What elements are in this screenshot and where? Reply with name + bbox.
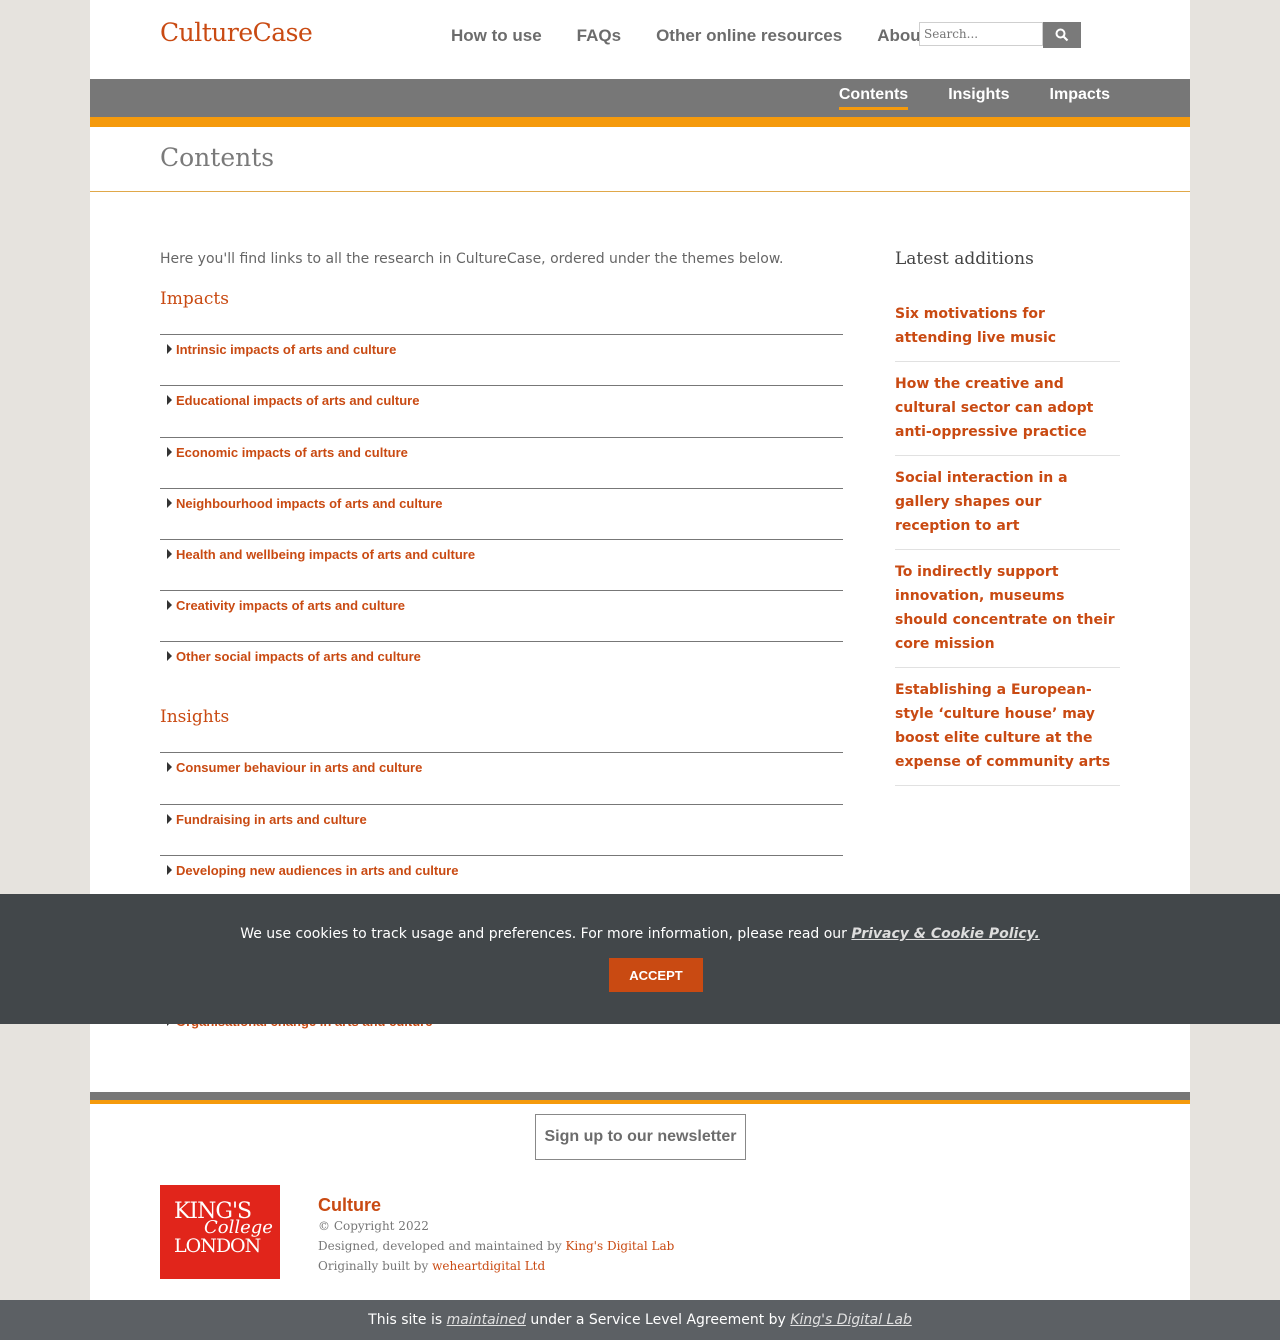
latest-addition-link[interactable]: To indirectly support innovation, museum… <box>895 560 1120 656</box>
intro-text: Here you'll find links to all the resear… <box>160 251 784 267</box>
designed-by-label: Designed, developed and maintained by <box>318 1239 562 1253</box>
kdl-link[interactable]: King's Digital Lab <box>565 1239 674 1253</box>
copyright: © Copyright 2022 <box>318 1219 429 1233</box>
search-button[interactable] <box>1043 22 1081 48</box>
accordion-label: Health and wellbeing impacts of arts and… <box>176 547 476 562</box>
accordion-label: Intrinsic impacts of arts and culture <box>176 342 397 357</box>
accordion-label: Creativity impacts of arts and culture <box>176 598 406 613</box>
top-nav: How to use FAQs Other online resources A… <box>451 26 986 46</box>
section-nav: Contents Insights Impacts <box>90 79 1190 117</box>
accordion-item[interactable]: Creativity impacts of arts and culture <box>160 590 843 642</box>
list-item: How the creative and cultural sector can… <box>895 362 1120 456</box>
accordion-label: Economic impacts of arts and culture <box>176 445 408 460</box>
accent-bar <box>90 117 1190 127</box>
cookie-text: We use cookies to track usage and prefer… <box>240 926 847 942</box>
cookie-message: We use cookies to track usage and prefer… <box>0 926 1280 942</box>
caret-right-icon <box>167 447 172 457</box>
newsletter-button[interactable]: Sign up to our newsletter <box>535 1114 746 1160</box>
kings-college-logo[interactable]: KING'S College LONDON <box>160 1185 280 1279</box>
accordion-label: Neighbourhood impacts of arts and cultur… <box>176 496 443 511</box>
insights-heading: Insights <box>160 707 230 727</box>
footer-credits: © Copyright 2022 Designed, developed and… <box>318 1216 674 1276</box>
search-form <box>919 22 1081 48</box>
tab-contents[interactable]: Contents <box>838 86 909 110</box>
sla-middle: under a Service Level Agreement by <box>530 1312 786 1328</box>
page-title: Contents <box>160 143 275 172</box>
kcl-logo-line: LONDON <box>174 1235 261 1257</box>
accordion-label: Consumer behaviour in arts and culture <box>176 760 423 775</box>
search-icon <box>1055 28 1069 42</box>
tab-impacts[interactable]: Impacts <box>1050 86 1110 110</box>
list-item: To indirectly support innovation, museum… <box>895 550 1120 668</box>
footer-title: Culture <box>318 1195 381 1215</box>
search-input[interactable] <box>919 22 1043 46</box>
nav-faqs[interactable]: FAQs <box>577 26 621 46</box>
accordion-item[interactable]: Economic impacts of arts and culture <box>160 437 843 489</box>
caret-right-icon <box>167 344 172 354</box>
tab-insights[interactable]: Insights <box>948 86 1009 110</box>
accordion-item[interactable]: Health and wellbeing impacts of arts and… <box>160 539 843 591</box>
latest-addition-link[interactable]: Establishing a European-style ‘culture h… <box>895 678 1120 774</box>
designed-by: Designed, developed and maintained by Ki… <box>318 1236 674 1256</box>
caret-right-icon <box>167 498 172 508</box>
accordion-item[interactable]: Neighbourhood impacts of arts and cultur… <box>160 488 843 540</box>
accordion-item[interactable]: Intrinsic impacts of arts and culture <box>160 334 843 386</box>
title-divider <box>90 191 1190 192</box>
accept-cookies-button[interactable]: ACCEPT <box>609 958 703 992</box>
accordion-item[interactable]: Consumer behaviour in arts and culture <box>160 752 843 804</box>
footer-accent-bar <box>90 1100 1190 1104</box>
nav-other-resources[interactable]: Other online resources <box>656 26 842 46</box>
site-logo[interactable]: CultureCase <box>160 18 313 47</box>
built-by-label: Originally built by <box>318 1259 429 1273</box>
list-item: Social interaction in a gallery shapes o… <box>895 456 1120 550</box>
impacts-heading: Impacts <box>160 289 229 309</box>
accordion-item[interactable]: Fundraising in arts and culture <box>160 804 843 856</box>
latest-additions-heading: Latest additions <box>895 249 1034 269</box>
privacy-policy-link[interactable]: Privacy & Cookie Policy. <box>851 926 1039 942</box>
latest-addition-link[interactable]: Six motivations for attending live music <box>895 302 1120 350</box>
built-by: Originally built by weheartdigital Ltd <box>318 1256 674 1276</box>
accordion-label: Fundraising in arts and culture <box>176 812 367 827</box>
nav-how-to-use[interactable]: How to use <box>451 26 542 46</box>
list-item: Six motivations for attending live music <box>895 292 1120 362</box>
caret-right-icon <box>167 762 172 772</box>
accordion-label: Developing new audiences in arts and cul… <box>176 863 459 878</box>
caret-right-icon <box>167 651 172 661</box>
accordion-item[interactable]: Other social impacts of arts and culture <box>160 641 843 693</box>
sla-prefix: This site is <box>368 1312 443 1328</box>
accordion-label: Other social impacts of arts and culture <box>176 649 421 664</box>
list-item: Establishing a European-style ‘culture h… <box>895 668 1120 786</box>
weheartdigital-link[interactable]: weheartdigital Ltd <box>432 1259 545 1273</box>
latest-addition-link[interactable]: Social interaction in a gallery shapes o… <box>895 466 1120 538</box>
caret-right-icon <box>167 600 172 610</box>
page: CultureCase How to use FAQs Other online… <box>90 0 1190 1300</box>
accordion-label: Educational impacts of arts and culture <box>176 393 420 408</box>
sla-bar: This site is maintained under a Service … <box>0 1300 1280 1340</box>
latest-additions-list: Six motivations for attending live music… <box>895 292 1120 786</box>
caret-right-icon <box>167 395 172 405</box>
latest-addition-link[interactable]: How the creative and cultural sector can… <box>895 372 1120 444</box>
sla-kdl-link[interactable]: King's Digital Lab <box>790 1312 912 1328</box>
caret-right-icon <box>167 814 172 824</box>
caret-right-icon <box>167 549 172 559</box>
maintained-link[interactable]: maintained <box>447 1312 526 1328</box>
cookie-banner: We use cookies to track usage and prefer… <box>0 894 1280 1024</box>
accordion-item[interactable]: Educational impacts of arts and culture <box>160 385 843 437</box>
caret-right-icon <box>167 865 172 875</box>
